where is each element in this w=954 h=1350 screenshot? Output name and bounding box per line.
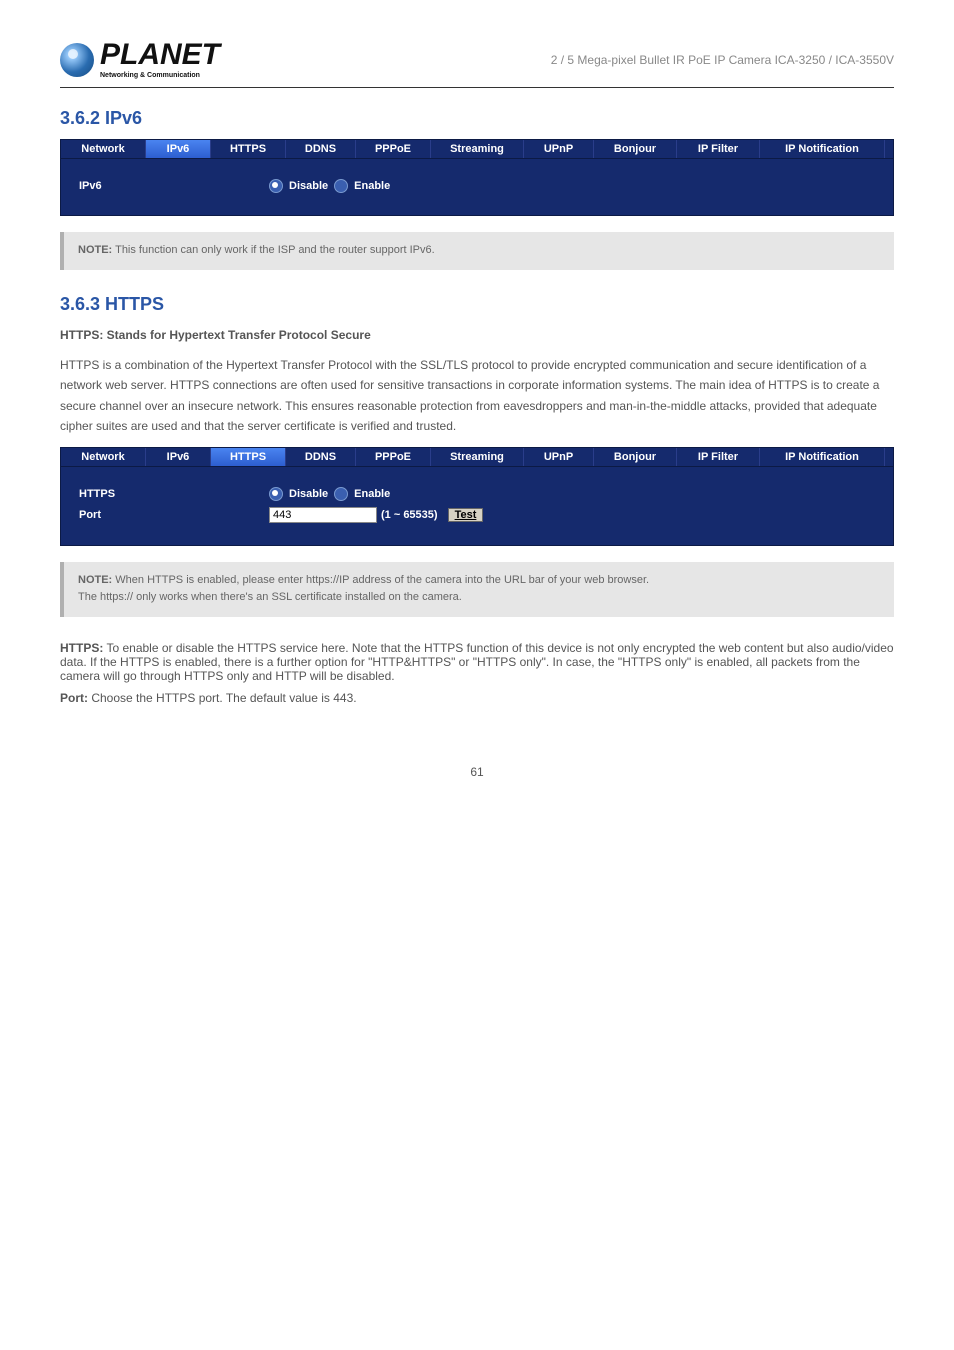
tab-upnp[interactable]: UPnP: [523, 140, 593, 158]
tab-streaming[interactable]: Streaming: [430, 140, 523, 158]
tab-https[interactable]: HTTPS: [210, 448, 285, 466]
tab-ddns[interactable]: DDNS: [285, 140, 355, 158]
https-intro-bold: HTTPS: Stands for Hypertext Transfer Pro…: [60, 328, 371, 342]
tab-ipnotification[interactable]: IP Notification: [759, 448, 884, 466]
document-title: 2 / 5 Mega-pixel Bullet IR PoE IP Camera…: [551, 53, 894, 67]
https-radio-disable[interactable]: [269, 487, 283, 501]
logo: PLANET Networking & Communication: [60, 40, 220, 79]
tab-pppoe[interactable]: PPPoE: [355, 448, 430, 466]
tab-ipv6[interactable]: IPv6: [145, 448, 210, 466]
logo-sub-text: Networking & Communication: [100, 72, 220, 79]
ipv6-radio-enable[interactable]: [334, 179, 348, 193]
https-paragraph: HTTPS is a combination of the Hypertext …: [60, 355, 894, 437]
https-field-label: HTTPS: [79, 488, 269, 500]
ipv6-panel: Network IPv6 HTTPS DDNS PPPoE Streaming …: [60, 139, 894, 216]
tab-pppoe[interactable]: PPPoE: [355, 140, 430, 158]
tab-https[interactable]: HTTPS: [210, 140, 285, 158]
tab-ipfilter[interactable]: IP Filter: [676, 140, 759, 158]
ipv6-enable-label: Enable: [354, 180, 390, 192]
tab-network[interactable]: Network: [61, 448, 145, 466]
https-intro: HTTPS: Stands for Hypertext Transfer Pro…: [60, 325, 894, 345]
logo-main-text: PLANET: [100, 40, 220, 70]
page-number: 61: [60, 765, 894, 779]
port-range: (1 ~ 65535): [381, 509, 438, 521]
port-input[interactable]: [269, 507, 377, 523]
https-disable-label: Disable: [289, 488, 328, 500]
https-desc: HTTPS: To enable or disable the HTTPS se…: [60, 641, 894, 683]
https-desc-label: HTTPS:: [60, 641, 103, 655]
tab-qos[interactable]: QoS: [884, 448, 954, 466]
port-field-label: Port: [79, 509, 269, 521]
tab-bonjour[interactable]: Bonjour: [593, 448, 676, 466]
https-panel: Network IPv6 HTTPS DDNS PPPoE Streaming …: [60, 447, 894, 546]
note-line1: When HTTPS is enabled, please enter http…: [115, 574, 649, 586]
ipv6-radio-group: Disable Enable: [269, 179, 390, 193]
tab-ddns[interactable]: DDNS: [285, 448, 355, 466]
section-title-https: 3.6.3 HTTPS: [60, 294, 894, 315]
section-title-ipv6: 3.6.2 IPv6: [60, 108, 894, 129]
tab-ipv6[interactable]: IPv6: [145, 140, 210, 158]
test-button[interactable]: Test: [448, 508, 484, 522]
port-desc: Port: Choose the HTTPS port. The default…: [60, 691, 894, 705]
note-line2: The https:// only works when there's an …: [78, 589, 880, 607]
https-radio-group: Disable Enable: [269, 487, 390, 501]
tab-bonjour[interactable]: Bonjour: [593, 140, 676, 158]
port-desc-text: Choose the HTTPS port. The default value…: [88, 691, 357, 705]
https-radio-enable[interactable]: [334, 487, 348, 501]
https-enable-label: Enable: [354, 488, 390, 500]
tab-ipnotification[interactable]: IP Notification: [759, 140, 884, 158]
planet-globe-icon: [60, 43, 94, 77]
port-desc-label: Port:: [60, 691, 88, 705]
https-tabbar: Network IPv6 HTTPS DDNS PPPoE Streaming …: [60, 447, 894, 467]
https-desc-text: To enable or disable the HTTPS service h…: [60, 641, 894, 683]
ipv6-tabbar: Network IPv6 HTTPS DDNS PPPoE Streaming …: [60, 139, 894, 159]
tab-streaming[interactable]: Streaming: [430, 448, 523, 466]
tab-ipfilter[interactable]: IP Filter: [676, 448, 759, 466]
ipv6-note: NOTE: This function can only work if the…: [60, 232, 894, 270]
ipv6-radio-disable[interactable]: [269, 179, 283, 193]
ipv6-disable-label: Disable: [289, 180, 328, 192]
ipv6-field-label: IPv6: [79, 180, 269, 192]
note-text: This function can only work if the ISP a…: [115, 244, 435, 256]
note-label: NOTE:: [78, 574, 112, 586]
https-note: NOTE: When HTTPS is enabled, please ente…: [60, 562, 894, 617]
tab-qos[interactable]: QoS: [884, 140, 954, 158]
tab-upnp[interactable]: UPnP: [523, 448, 593, 466]
note-label: NOTE:: [78, 244, 112, 256]
tab-network[interactable]: Network: [61, 140, 145, 158]
page-header: PLANET Networking & Communication 2 / 5 …: [60, 40, 894, 88]
